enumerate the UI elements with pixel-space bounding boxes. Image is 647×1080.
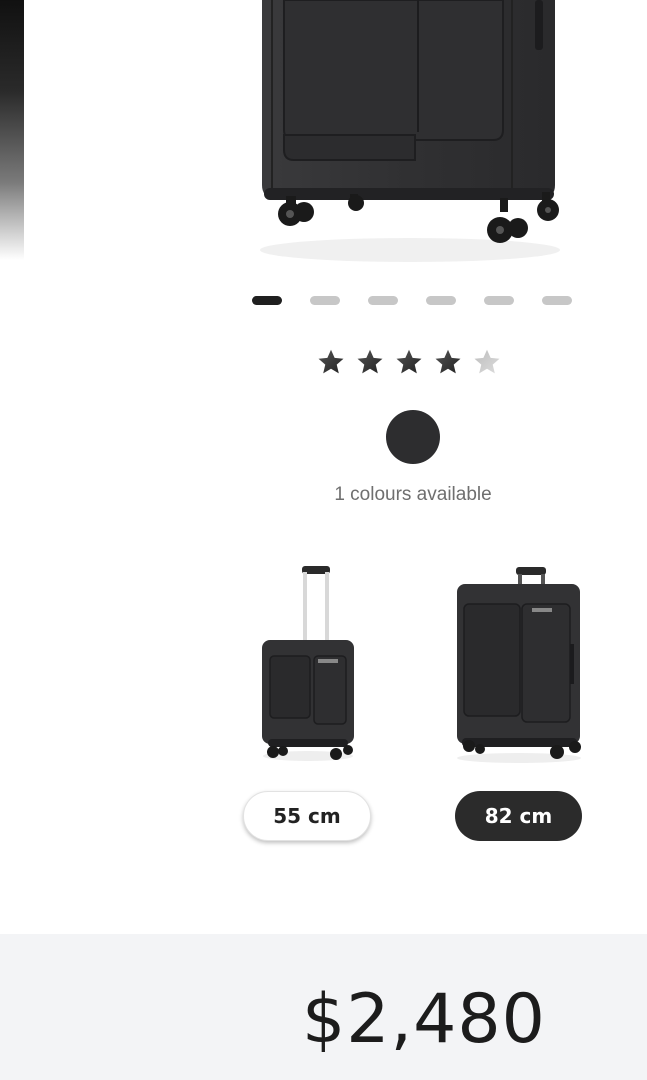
star-filled-icon <box>357 349 383 374</box>
size-55cm-image[interactable] <box>258 564 358 764</box>
previous-image-edge <box>0 0 24 260</box>
size-82cm-button[interactable]: 82 cm <box>455 791 582 841</box>
carousel-dot[interactable] <box>368 296 398 305</box>
carousel-dot[interactable] <box>426 296 456 305</box>
colour-swatch-black[interactable] <box>386 410 440 464</box>
colours-available-text: 1 colours available <box>334 484 492 505</box>
star-filled-icon <box>396 349 422 374</box>
carousel-dot[interactable] <box>310 296 340 305</box>
carousel-dot[interactable] <box>252 296 282 305</box>
carousel-dots <box>252 296 572 305</box>
star-filled-icon <box>318 349 344 374</box>
carousel-dot[interactable] <box>484 296 514 305</box>
product-page: 1 colours available 55 cm 82 cm $2,480 <box>0 0 647 1080</box>
star-empty-icon <box>474 349 500 374</box>
size-55cm-button[interactable]: 55 cm <box>243 791 371 841</box>
product-price: $2,480 <box>302 980 546 1059</box>
size-82cm-image[interactable] <box>452 564 587 764</box>
product-hero-image[interactable] <box>250 0 580 270</box>
carousel-dot[interactable] <box>542 296 572 305</box>
star-filled-icon <box>435 349 461 374</box>
rating-stars <box>317 348 501 376</box>
